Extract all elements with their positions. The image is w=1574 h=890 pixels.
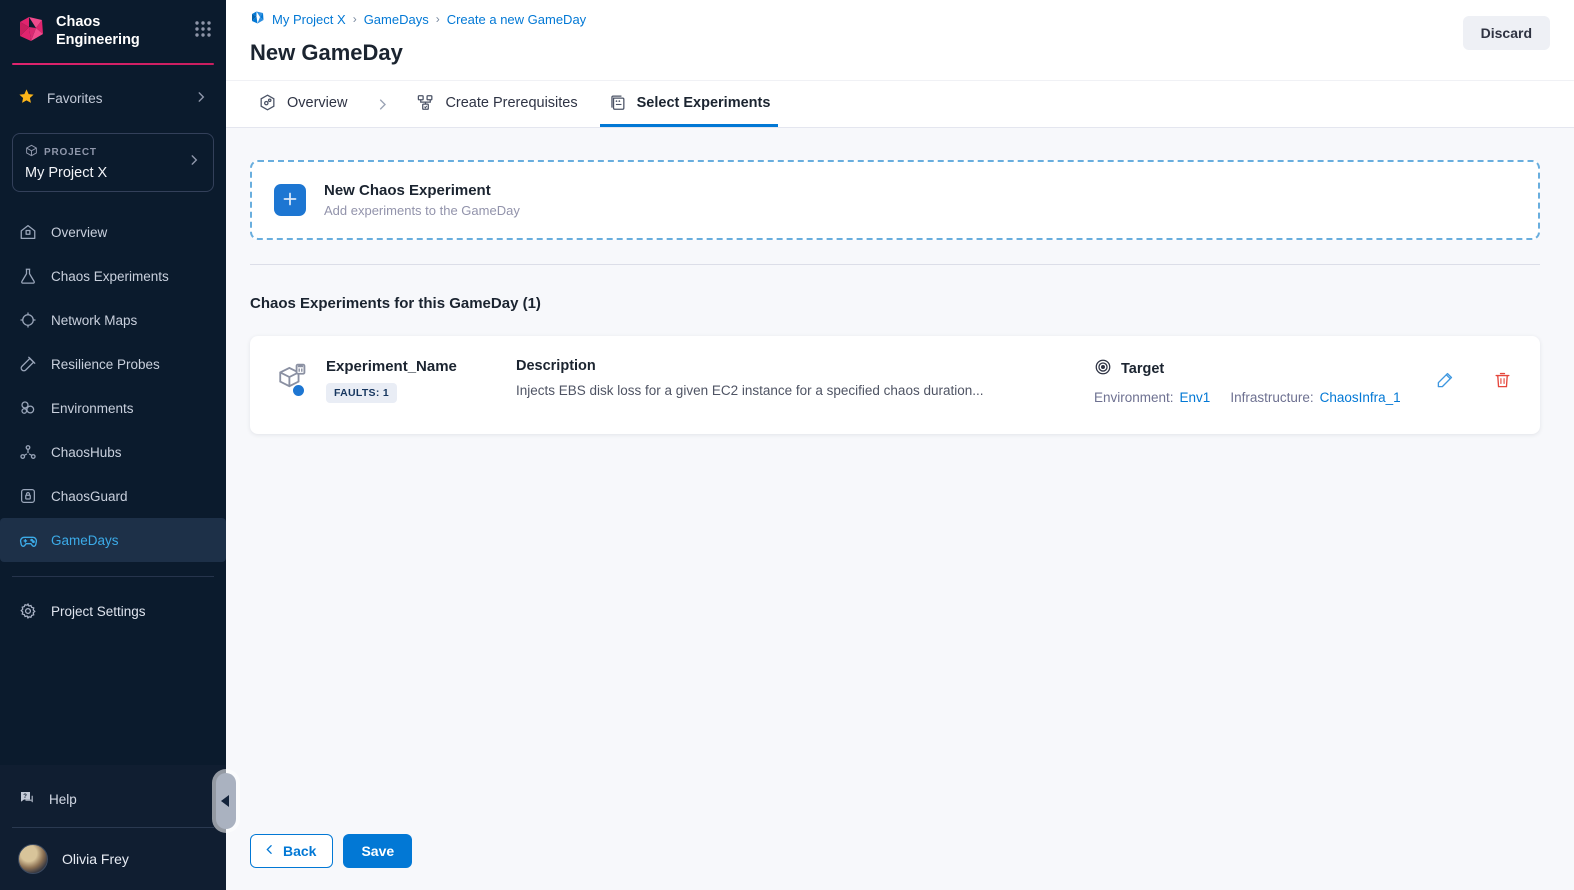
breadcrumb-link-create-gameday[interactable]: Create a new GameDay [447,12,586,27]
lock-icon [18,487,38,505]
sidebar-item-network-maps[interactable]: Network Maps [0,298,226,342]
gamepad-icon [18,531,38,550]
project-selector[interactable]: PROJECT My Project X [12,133,214,192]
sidebar-footer: ? Help Olivia Frey [0,765,226,890]
trash-icon [1493,370,1512,392]
environments-icon [18,399,38,417]
add-box-subtitle: Add experiments to the GameDay [324,203,520,218]
brand: ChaosEngineering [0,0,226,61]
infrastructure-label: Infrastructure: [1230,390,1313,405]
project-label: PROJECT [44,147,97,158]
sidebar-item-favorites[interactable]: Favorites [0,75,226,121]
environment-label: Environment: [1094,390,1174,405]
save-button[interactable]: Save [343,834,412,868]
brand-name: ChaosEngineering [56,14,184,49]
test-tube-icon [18,355,38,373]
chevron-right-icon [187,153,201,172]
sidebar-item-project-settings[interactable]: Project Settings [0,591,226,631]
sidebar-item-help[interactable]: ? Help [0,775,226,823]
favorites-label: Favorites [47,91,103,106]
discard-button[interactable]: Discard [1463,16,1550,50]
plus-icon [282,191,298,210]
experiment-name[interactable]: Experiment_Name [326,358,516,375]
chevron-right-icon [194,90,208,107]
infrastructure-link[interactable]: ChaosInfra_1 [1320,390,1401,405]
hub-graph-icon [18,443,38,461]
description-text: Injects EBS disk loss for a given EC2 in… [516,383,1064,398]
breadcrumb-separator: › [353,12,357,26]
add-box-title: New Chaos Experiment [324,182,520,199]
experiment-status-badge [292,384,305,397]
sidebar-item-overview[interactable]: Overview [0,210,226,254]
gear-icon [18,602,38,620]
target-bullseye-icon [1094,358,1112,380]
delete-experiment-button[interactable] [1491,368,1514,394]
sidebar: ChaosEngineering Favorites PROJECT My Pr… [0,0,226,890]
project-name: My Project X [25,165,187,181]
edit-experiment-button[interactable] [1434,368,1457,394]
main-area: My Project X › GameDays › Create a new G… [226,0,1574,890]
content-area: New Chaos Experiment Add experiments to … [226,128,1574,890]
experiment-cards-icon [608,93,627,112]
sidebar-item-chaoshubs[interactable]: ChaosHubs [0,430,226,474]
chevron-right-icon [375,81,390,127]
tab-select-experiments[interactable]: Select Experiments [600,81,779,127]
sidebar-item-chaos-experiments[interactable]: Chaos Experiments [0,254,226,298]
new-chaos-experiment-dropzone[interactable]: New Chaos Experiment Add experiments to … [250,160,1540,240]
sidebar-footer-divider [12,827,214,828]
description-title: Description [516,358,1064,374]
back-button[interactable]: Back [250,834,333,868]
user-name: Olivia Frey [62,851,129,867]
tab-create-prerequisites[interactable]: Create Prerequisites [408,81,585,127]
breadcrumb-logo-icon [250,10,265,28]
page-header: My Project X › GameDays › Create a new G… [226,0,1574,80]
user-menu[interactable]: Olivia Frey [0,832,226,890]
sidebar-item-environments[interactable]: Environments [0,386,226,430]
content-divider [250,264,1540,265]
star-icon [18,88,35,108]
breadcrumb-link-gamedays[interactable]: GameDays [364,12,429,27]
experiment-card: Experiment_Name FAULTS: 1 Description In… [250,336,1540,434]
cube-icon [25,144,38,160]
sidebar-nav: Overview Chaos Experiments Network Maps … [0,210,226,562]
flowchart-icon [416,93,435,112]
breadcrumb: My Project X › GameDays › Create a new G… [250,10,1550,28]
experiment-cube-icon [276,362,312,401]
chevron-left-icon [263,843,276,859]
experiments-section-title: Chaos Experiments for this GameDay (1) [250,295,1540,312]
add-experiment-button[interactable] [274,184,306,216]
sidebar-item-resilience-probes[interactable]: Resilience Probes [0,342,226,386]
environment-link[interactable]: Env1 [1180,390,1211,405]
help-chat-icon: ? [18,789,36,810]
harness-chaos-logo [16,14,46,49]
breadcrumb-link-project[interactable]: My Project X [272,12,346,27]
flask-icon [18,267,38,285]
faults-badge: FAULTS: 1 [326,383,397,403]
page-title: New GameDay [250,40,1550,66]
wizard-footer-actions: Back Save [250,834,1540,868]
overview-settings-icon [258,93,277,112]
home-icon [18,223,38,241]
svg-text:?: ? [23,794,27,800]
app-grid-icon[interactable] [194,20,212,43]
breadcrumb-separator: › [436,12,440,26]
target-title: Target [1121,361,1164,377]
brand-accent-rule [12,63,214,65]
avatar [18,844,48,874]
pencil-icon [1436,370,1455,392]
network-map-icon [18,311,38,329]
tab-overview[interactable]: Overview [250,81,355,127]
wizard-tabbar: Overview Create Prerequisites Select Exp… [226,80,1574,128]
sidebar-item-chaosguard[interactable]: ChaosGuard [0,474,226,518]
sidebar-item-gamedays[interactable]: GameDays [0,518,226,562]
sidebar-divider [12,576,214,577]
